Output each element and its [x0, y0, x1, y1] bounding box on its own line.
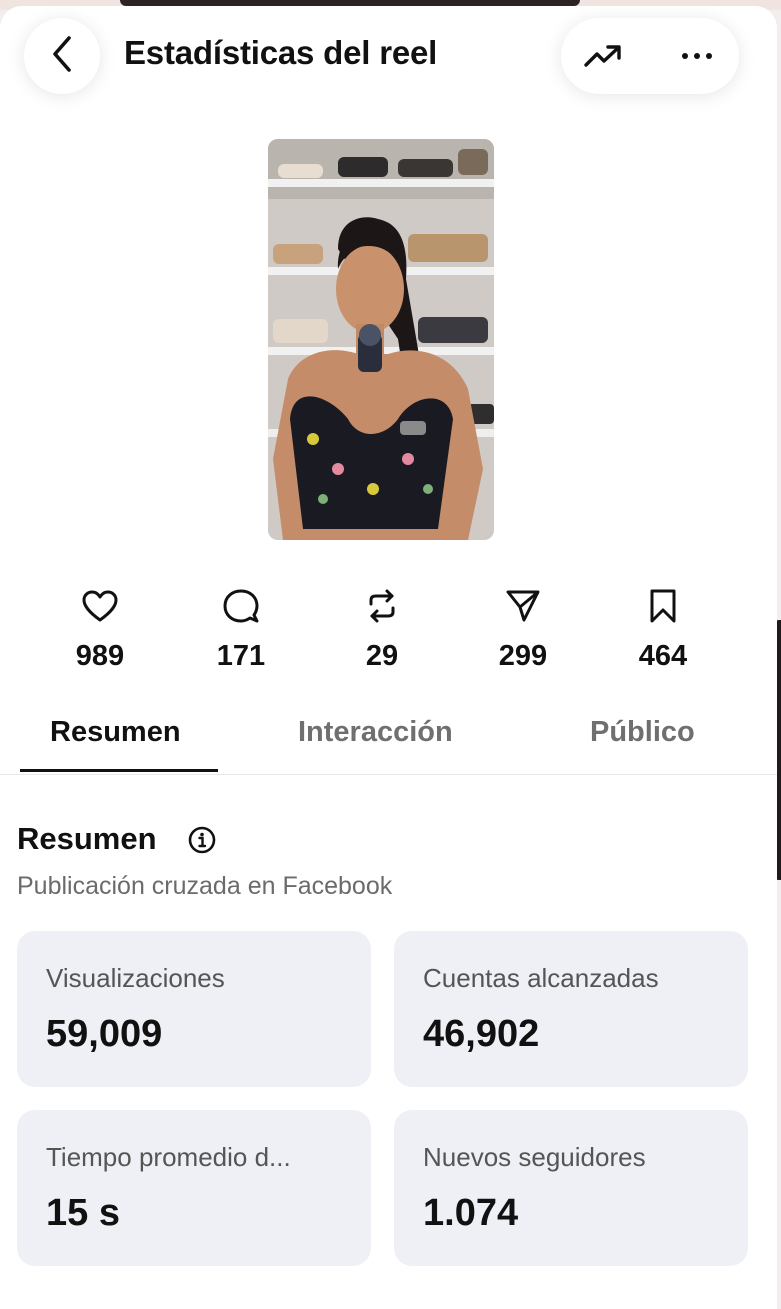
section-title: Resumen	[17, 821, 157, 856]
heart-icon	[40, 586, 160, 626]
metric-label: Cuentas alcanzadas	[423, 963, 659, 993]
likes-count: 989	[75, 640, 125, 672]
saves-stat: 464	[603, 586, 723, 673]
active-tab-indicator	[20, 769, 218, 772]
trending-icon[interactable]	[583, 40, 623, 72]
info-icon[interactable]	[188, 826, 216, 854]
metric-label: Visualizaciones	[46, 963, 225, 993]
repost-icon	[322, 586, 442, 626]
metric-card-new-followers[interactable]: Nuevos seguidores 1.074	[394, 1110, 748, 1266]
share-icon	[463, 586, 583, 626]
comment-icon	[181, 586, 301, 626]
comments-stat: 171	[181, 586, 301, 673]
metric-label: Nuevos seguidores	[423, 1142, 646, 1172]
page-title: Estadísticas del reel	[124, 34, 438, 71]
header-actions	[561, 18, 739, 94]
comments-count: 171	[216, 640, 266, 672]
shares-count: 299	[498, 640, 548, 672]
metric-value: 59,009	[46, 1013, 163, 1055]
back-button[interactable]	[24, 18, 100, 94]
tab-resumen[interactable]: Resumen	[50, 716, 181, 749]
header: Estadísticas del reel	[0, 6, 777, 116]
metric-card-avg-watch-time[interactable]: Tiempo promedio d... 15 s	[17, 1110, 371, 1266]
metric-value: 46,902	[423, 1013, 540, 1055]
tab-interaccion[interactable]: Interacción	[298, 716, 453, 749]
reel-insights-sheet: Estadísticas del reel 989 171 29 299 464…	[0, 6, 777, 1309]
reposts-stat: 29	[322, 586, 442, 673]
reposts-count: 29	[365, 640, 399, 672]
section-subtitle: Publicación cruzada en Facebook	[17, 872, 393, 900]
metric-card-views[interactable]: Visualizaciones 59,009	[17, 931, 371, 1087]
likes-stat: 989	[40, 586, 160, 673]
shares-stat: 299	[463, 586, 583, 673]
save-icon	[603, 586, 723, 626]
insights-tabs: Resumen Interacción Público	[0, 706, 777, 775]
metric-label: Tiempo promedio d...	[46, 1142, 291, 1172]
engagement-stats: 989 171 29 299 464	[0, 586, 777, 686]
metric-value: 1.074	[423, 1192, 519, 1234]
tab-publico[interactable]: Público	[590, 716, 695, 749]
chevron-left-icon	[49, 34, 75, 79]
more-options-icon[interactable]	[677, 40, 717, 72]
saves-count: 464	[638, 640, 688, 672]
reel-thumbnail[interactable]	[268, 139, 494, 540]
metric-value: 15 s	[46, 1192, 120, 1234]
metric-card-accounts-reached[interactable]: Cuentas alcanzadas 46,902	[394, 931, 748, 1087]
